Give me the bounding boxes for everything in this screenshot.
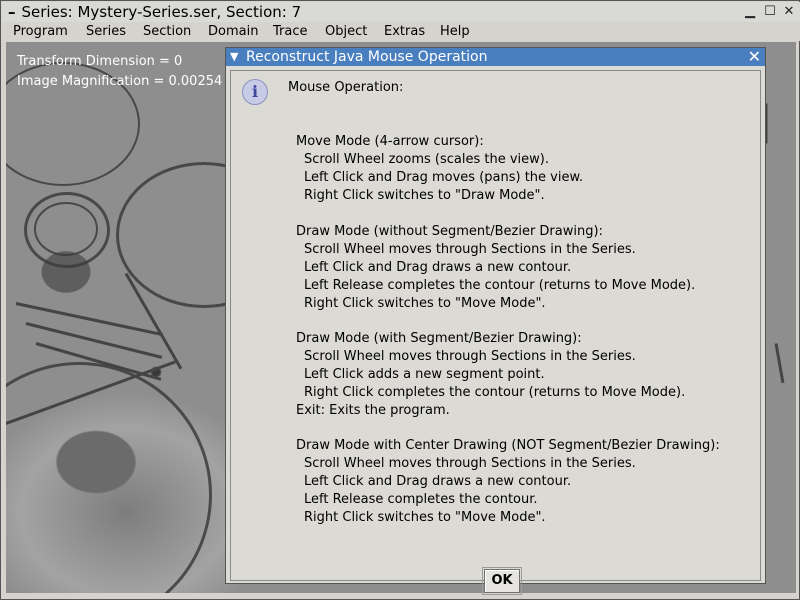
ok-button[interactable]: OK [484, 569, 520, 593]
dialog-content: i Mouse Operation: Move Mode (4-arrow cu… [230, 70, 761, 595]
message-line: Exit: Exits the program. [296, 403, 450, 418]
message-line: Left Release completes the contour. [304, 492, 538, 507]
maximize-icon[interactable]: ☐ [762, 4, 778, 20]
message-heading: Mouse Operation: [288, 80, 404, 95]
message-line: Right Click switches to "Draw Mode". [304, 188, 545, 203]
message-line: Left Click adds a new segment point. [304, 367, 545, 382]
menu-section[interactable]: Section [143, 22, 191, 41]
menubar: Program Series Section Domain Trace Obje… [2, 22, 800, 41]
image-magnification-label: Image Magnification = 0.00254 [17, 74, 223, 89]
message-line: Left Click and Drag draws a new contour. [304, 474, 572, 489]
message-line: Scroll Wheel moves through Sections in t… [304, 456, 636, 471]
menu-series[interactable]: Series [86, 22, 126, 41]
message-line: Draw Mode (with Segment/Bezier Drawing): [296, 331, 582, 346]
menu-help[interactable]: Help [440, 22, 470, 41]
message-line: Move Mode (4-arrow cursor): [296, 134, 484, 149]
message-line: Draw Mode (without Segment/Bezier Drawin… [296, 224, 603, 239]
organelle-shape [34, 202, 98, 256]
membrane-line [25, 322, 163, 359]
dialog-title: Reconstruct Java Mouse Operation [246, 49, 488, 65]
message-line: Scroll Wheel zooms (scales the view). [304, 152, 549, 167]
window-title-text: Series: Mystery-Series.ser, Section: 7 [21, 3, 302, 21]
membrane-line [15, 302, 164, 337]
mouse-operation-dialog: ▼ Reconstruct Java Mouse Operation ✕ i M… [225, 47, 766, 595]
membrane-shape [6, 362, 212, 593]
transform-dimension-label: Transform Dimension = 0 [17, 54, 183, 69]
menu-domain[interactable]: Domain [208, 22, 258, 41]
dialog-close-icon[interactable]: ✕ [748, 48, 761, 66]
message-line: Left Click and Drag moves (pans) the vie… [304, 170, 584, 185]
message-line: Right Click completes the contour (retur… [304, 385, 686, 400]
window-title: – Series: Mystery-Series.ser, Section: 7 [8, 3, 302, 21]
message-line: Left Click and Drag draws a new contour. [304, 260, 572, 275]
minimize-icon[interactable]: ▁ [742, 4, 758, 20]
menu-object[interactable]: Object [325, 22, 367, 41]
window-titlebar[interactable]: – Series: Mystery-Series.ser, Section: 7 … [2, 2, 800, 22]
menu-program[interactable]: Program [13, 22, 68, 41]
dialog-titlebar[interactable]: ▼ Reconstruct Java Mouse Operation ✕ [226, 48, 765, 66]
info-icon: i [242, 79, 268, 105]
message-line: Scroll Wheel moves through Sections in t… [304, 242, 636, 257]
menu-extras[interactable]: Extras [384, 22, 425, 41]
close-icon[interactable]: ✕ [781, 4, 797, 20]
message-line: Right Click switches to "Move Mode". [304, 510, 546, 525]
message-line: Draw Mode with Center Drawing (NOT Segme… [296, 438, 720, 453]
membrane-line [774, 343, 785, 384]
message-line: Scroll Wheel moves through Sections in t… [304, 349, 636, 364]
message-line: Right Click switches to "Move Mode". [304, 296, 546, 311]
menu-trace[interactable]: Trace [273, 22, 308, 41]
message-line: Left Release completes the contour (retu… [304, 278, 696, 293]
main-window: – Series: Mystery-Series.ser, Section: 7 … [0, 0, 800, 600]
dialog-menu-icon[interactable]: ▼ [230, 49, 238, 65]
